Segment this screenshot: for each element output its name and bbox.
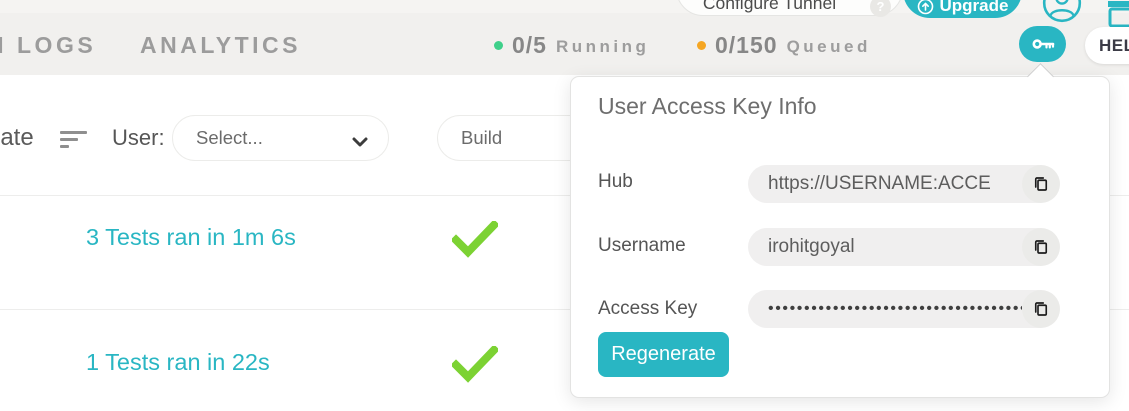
copy-icon: [1032, 238, 1050, 256]
user-select-dropdown[interactable]: Select...: [172, 115, 389, 161]
running-count: 0/5: [512, 32, 547, 59]
copy-icon: [1032, 300, 1050, 318]
hub-value: https://USERNAME:ACCE: [748, 173, 1022, 195]
filter-icon[interactable]: [60, 131, 87, 152]
username-field[interactable]: irohitgoyal: [748, 228, 1060, 266]
copy-access-key-button[interactable]: [1022, 290, 1060, 328]
access-key-label: Access Key: [598, 298, 697, 320]
hub-label: Hub: [598, 171, 633, 193]
user-filter-label: User:: [112, 125, 165, 151]
date-filter-label: Date: [0, 124, 34, 152]
running-status: 0/5 Running: [494, 31, 649, 59]
access-key-value: ••••••••••••••••••••••••••••••••••••: [748, 300, 1022, 318]
help-button[interactable]: HELP: [1085, 27, 1129, 64]
copy-username-button[interactable]: [1022, 228, 1060, 266]
queued-dot-icon: [697, 41, 706, 50]
access-key-popover: User Access Key Info Hub https://USERNAM…: [570, 76, 1110, 398]
queued-label: Queued: [787, 34, 871, 57]
configure-tunnel-button[interactable]: Configure Tunnel ?: [676, 0, 903, 16]
running-label: Running: [556, 34, 649, 57]
upgrade-arrow-icon: [917, 0, 934, 15]
build-filter-value: Build: [461, 116, 502, 159]
copy-icon: [1032, 175, 1050, 193]
upgrade-button[interactable]: Upgrade: [903, 0, 1022, 18]
queued-status: 0/150 Queued: [697, 31, 871, 59]
popover-title: User Access Key Info: [598, 93, 817, 120]
app-window: N LOGS ANALYTICS 0/5 Running 0/150 Queue…: [0, 0, 1129, 411]
copy-hub-button[interactable]: [1022, 165, 1060, 203]
hub-field[interactable]: https://USERNAME:ACCE: [748, 165, 1060, 203]
test-run-link[interactable]: 1 Tests ran in 22s: [86, 349, 270, 376]
tab-analytics[interactable]: ANALYTICS: [140, 32, 301, 59]
running-dot-icon: [494, 41, 503, 50]
top-header: N LOGS ANALYTICS 0/5 Running 0/150 Queue…: [0, 0, 1129, 75]
help-label: HELP: [1085, 27, 1129, 64]
access-key-button[interactable]: [1019, 26, 1066, 62]
user-avatar[interactable]: [1042, 0, 1082, 23]
key-icon: [1031, 34, 1055, 54]
tab-logs[interactable]: N LOGS: [0, 32, 96, 59]
passed-check-icon: [452, 221, 498, 259]
test-run-link[interactable]: 3 Tests ran in 1m 6s: [86, 224, 296, 251]
regenerate-button[interactable]: Regenerate: [598, 332, 729, 377]
user-select-value: Select...: [196, 116, 263, 159]
queued-count: 0/150: [715, 32, 778, 59]
access-key-field[interactable]: ••••••••••••••••••••••••••••••••••••: [748, 290, 1060, 328]
username-value: irohitgoyal: [748, 236, 1022, 258]
upgrade-label: Upgrade: [940, 0, 1009, 16]
chevron-down-icon: [352, 134, 368, 152]
tunnel-help-icon[interactable]: ?: [870, 0, 891, 17]
configure-tunnel-label: Configure Tunnel: [677, 0, 862, 14]
username-label: Username: [598, 235, 686, 257]
passed-check-icon: [452, 346, 498, 384]
